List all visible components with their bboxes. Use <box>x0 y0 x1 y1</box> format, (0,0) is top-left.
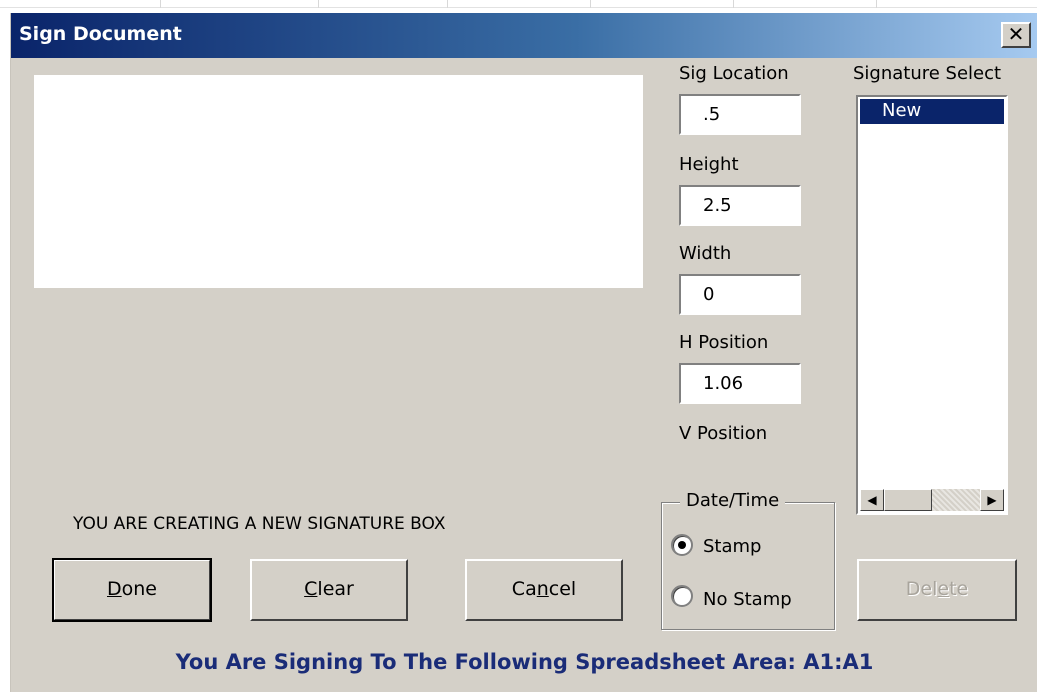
delete-label-rest: te <box>949 578 969 600</box>
width-label: Width <box>679 243 732 264</box>
done-mnemonic: D <box>107 578 122 600</box>
done-button[interactable]: Done <box>52 558 212 622</box>
v-position-label: V Position <box>679 423 768 444</box>
width-input[interactable]: 0 <box>679 274 801 315</box>
delete-label-pre: Del <box>905 578 938 600</box>
stamp-label[interactable]: Stamp <box>703 536 761 557</box>
cancel-mnemonic: n <box>536 578 549 600</box>
signature-select-list[interactable]: New ◀ ▶ <box>856 95 1008 515</box>
cancel-button[interactable]: Cancel <box>465 559 623 621</box>
close-icon: ✕ <box>1007 22 1025 46</box>
date-time-caption: Date/Time <box>680 490 786 511</box>
radio-selected-dot <box>678 541 686 549</box>
status-message: YOU ARE CREATING A NEW SIGNATURE BOX <box>73 514 446 534</box>
title-bar[interactable]: Sign Document ✕ <box>11 13 1037 58</box>
horizontal-scrollbar[interactable]: ◀ ▶ <box>860 489 1004 511</box>
no-stamp-radio[interactable] <box>671 585 693 607</box>
stamp-radio[interactable] <box>671 534 693 556</box>
close-button[interactable]: ✕ <box>1001 22 1031 48</box>
date-time-group: Date/Time Stamp No Stamp <box>661 490 835 630</box>
scroll-right-button[interactable]: ▶ <box>980 489 1004 511</box>
height-label: Height <box>679 154 739 175</box>
signing-area-footer: You Are Signing To The Following Spreads… <box>175 650 874 674</box>
window-title: Sign Document <box>19 23 182 45</box>
arrow-right-icon: ▶ <box>987 493 997 507</box>
clear-button[interactable]: Clear <box>250 559 408 621</box>
signature-preview-area[interactable] <box>34 75 643 288</box>
list-item-new[interactable]: New <box>860 99 1004 124</box>
done-label-rest: one <box>121 578 157 600</box>
spreadsheet-grid-edge <box>0 0 1037 8</box>
sig-location-label: Sig Location <box>679 63 789 84</box>
scroll-left-button[interactable]: ◀ <box>860 489 884 511</box>
clear-mnemonic: C <box>304 578 318 600</box>
cancel-label-rest: cel <box>548 578 577 600</box>
sign-document-dialog: Sign Document ✕ Sig Location .5 Height 2… <box>10 13 1037 692</box>
h-position-input[interactable]: 1.06 <box>679 363 801 404</box>
cancel-label-pre: Ca <box>511 578 537 600</box>
h-position-label: H Position <box>679 332 769 353</box>
scrollbar-thumb[interactable] <box>884 489 932 511</box>
clear-label-rest: lear <box>317 578 354 600</box>
delete-button[interactable]: Delete <box>857 559 1017 621</box>
arrow-left-icon: ◀ <box>867 493 877 507</box>
signature-select-label: Signature Select <box>853 63 1002 84</box>
no-stamp-label[interactable]: No Stamp <box>703 589 792 610</box>
sig-location-input[interactable]: .5 <box>679 94 801 135</box>
delete-mnemonic: e <box>937 578 950 600</box>
height-input[interactable]: 2.5 <box>679 185 801 226</box>
